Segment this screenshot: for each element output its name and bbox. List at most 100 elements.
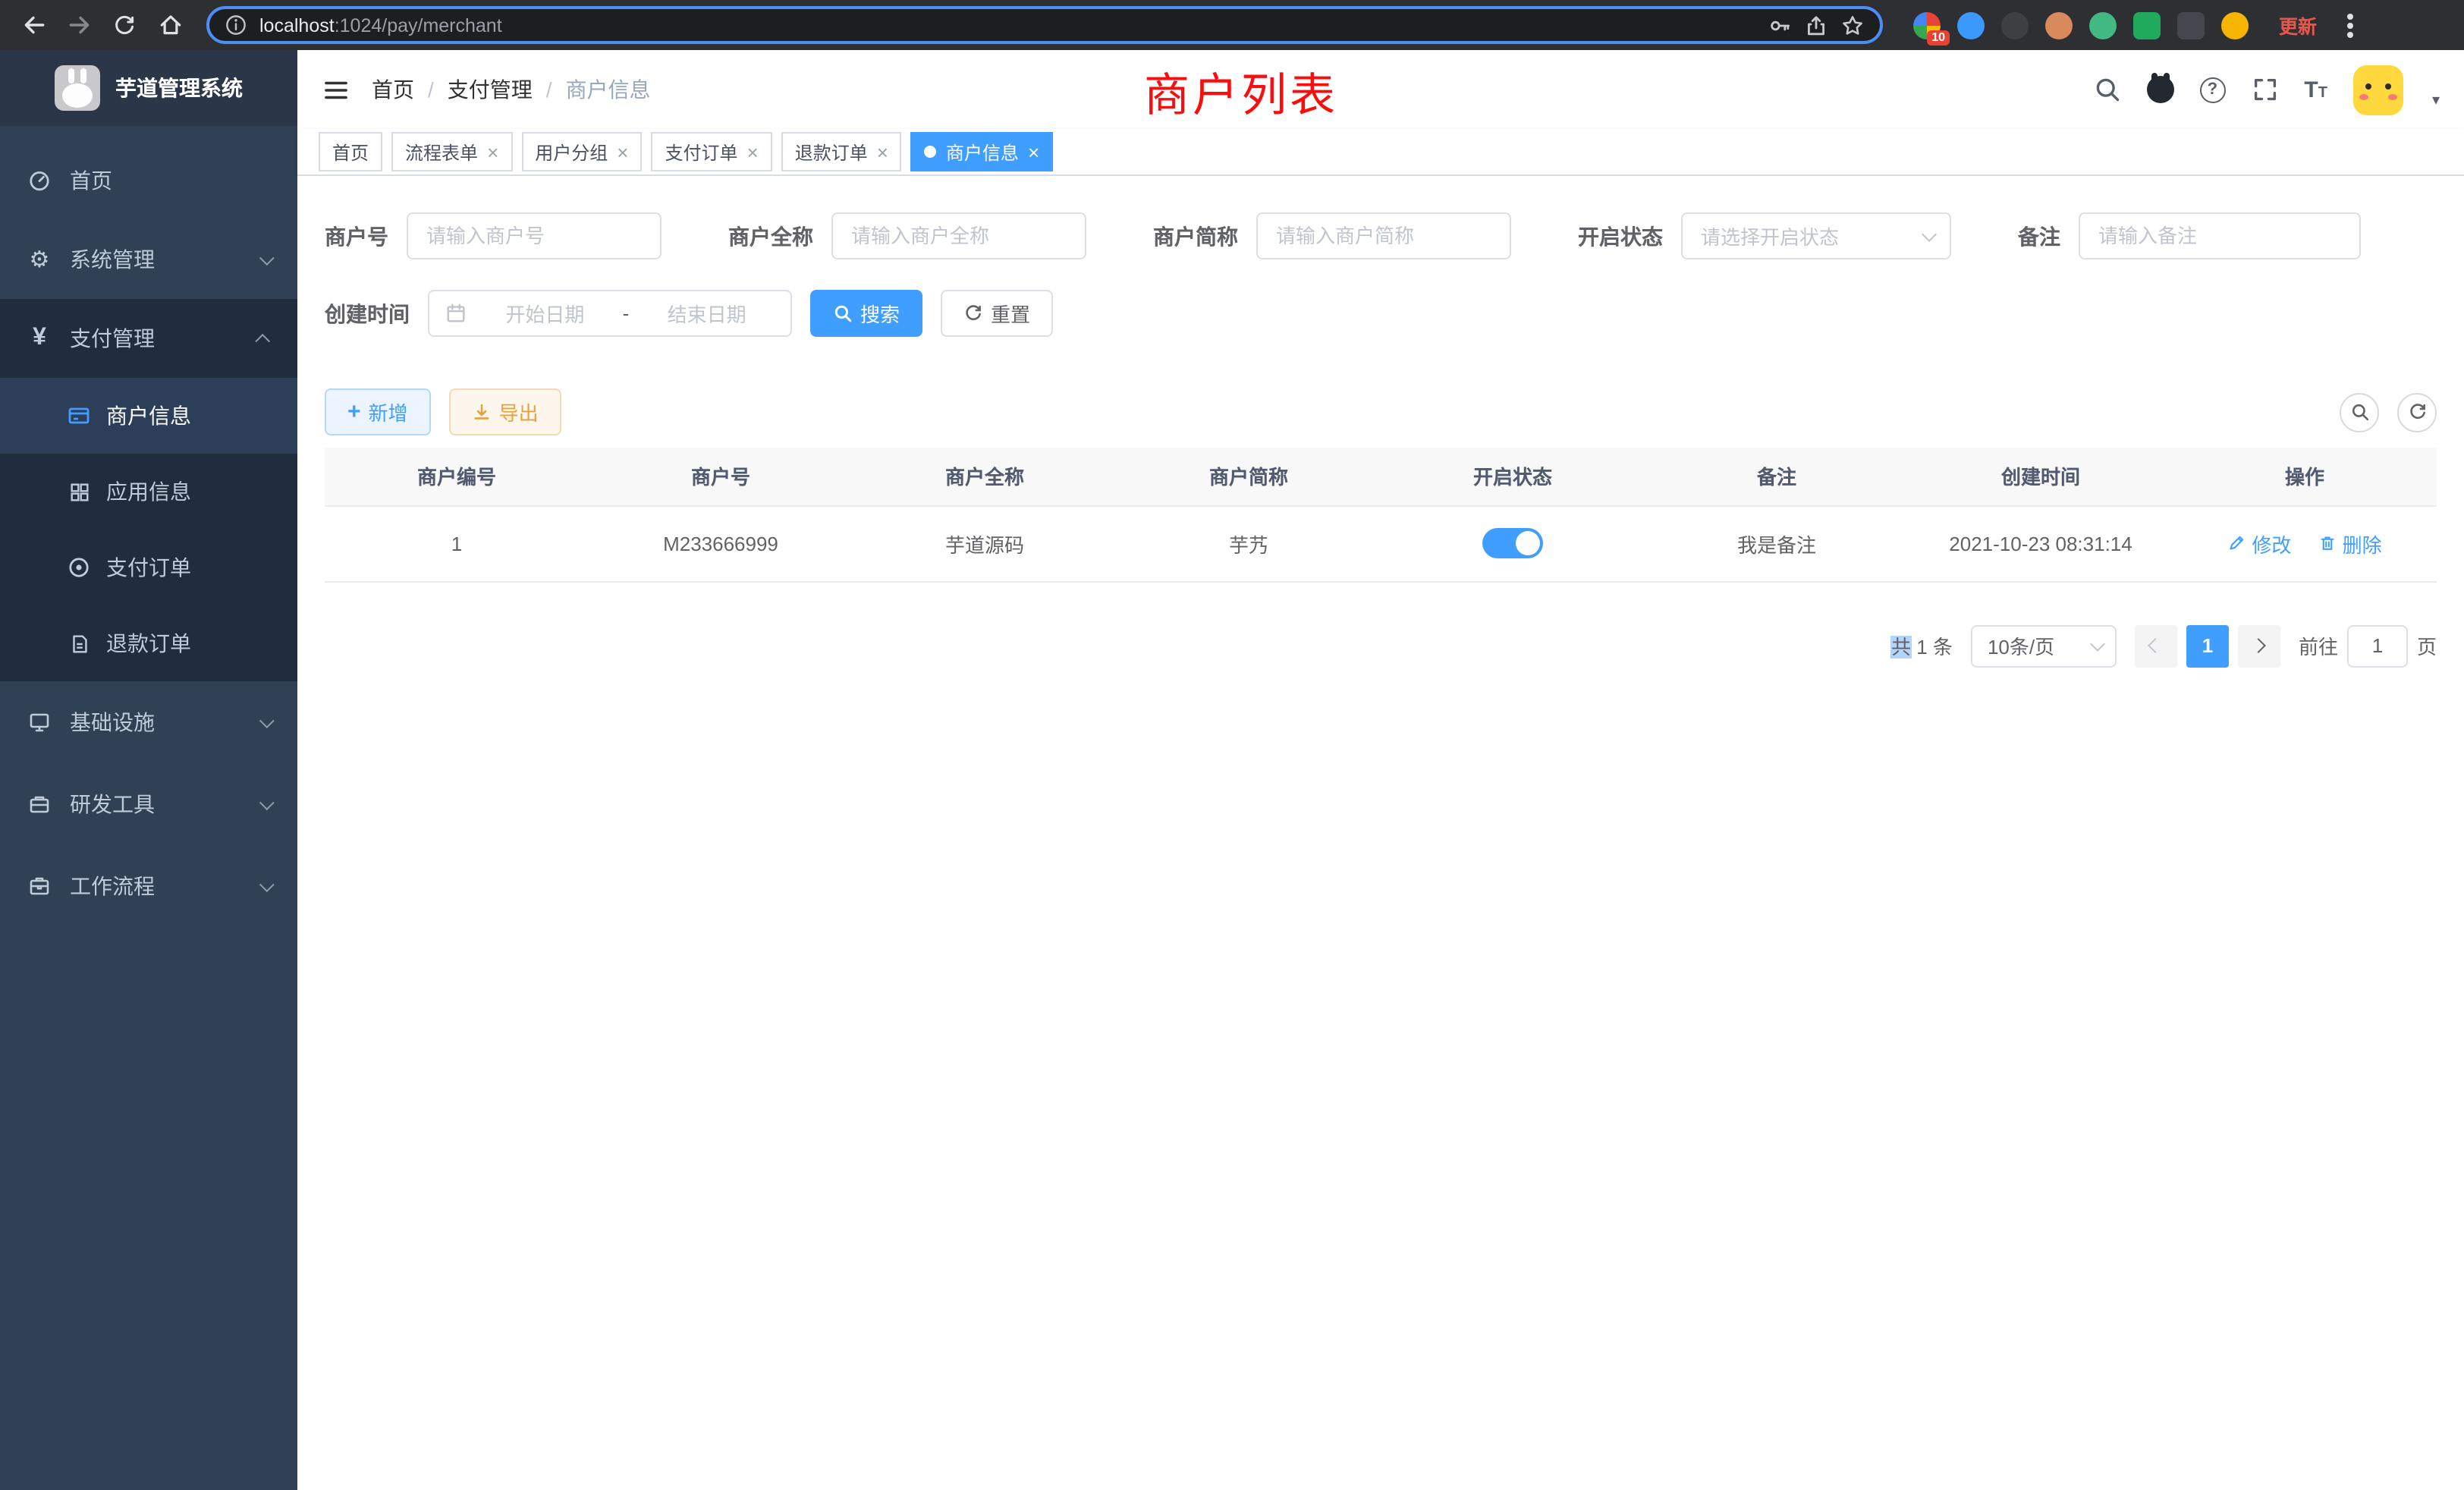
extension-badge: 10 — [1927, 30, 1950, 45]
breadcrumb-separator: / — [428, 77, 434, 102]
chevron-down-icon — [259, 794, 275, 809]
browser-toolbar: localhost:1024/pay/merchant 10 更新 — [0, 0, 2464, 50]
hide-search-button[interactable] — [2340, 392, 2379, 432]
close-icon[interactable]: × — [487, 142, 498, 162]
col-actions: 操作 — [2173, 448, 2437, 505]
tab-process-form[interactable]: 流程表单 × — [391, 132, 512, 171]
sidebar-subitem-refund-order[interactable]: 退款订单 — [0, 605, 297, 681]
extension-icon-5[interactable] — [2089, 11, 2117, 39]
tab-user-group[interactable]: 用户分组 × — [521, 132, 642, 171]
password-key-icon[interactable] — [1768, 13, 1792, 37]
date-range-separator: - — [623, 302, 630, 325]
breadcrumb-payment[interactable]: 支付管理 — [448, 74, 533, 105]
create-time-field: 创建时间 开始日期 - 结束日期 — [325, 290, 792, 337]
table-row: 1 M233666999 芋道源码 芋艿 我是备注 2021-10-23 08:… — [325, 505, 2437, 581]
fullscreen-icon[interactable] — [2251, 76, 2278, 103]
share-icon[interactable] — [1804, 13, 1828, 37]
sidebar-item-label: 首页 — [70, 165, 112, 196]
refresh-table-button[interactable] — [2397, 392, 2437, 432]
tab-home[interactable]: 首页 — [319, 132, 382, 171]
col-short-name: 商户简称 — [1117, 448, 1381, 505]
extension-icon-8[interactable] — [2221, 11, 2249, 39]
edit-link[interactable]: 修改 — [2227, 529, 2291, 558]
search-button[interactable]: 搜索 — [810, 290, 922, 337]
sidebar-item-workflow[interactable]: 工作流程 — [0, 845, 297, 927]
breadcrumb: 首页 / 支付管理 / 商户信息 — [372, 74, 651, 105]
create-time-range-picker[interactable]: 开始日期 - 结束日期 — [428, 290, 792, 337]
sidebar-item-payment[interactable]: ¥ 支付管理 — [0, 299, 297, 378]
sidebar-item-home[interactable]: 首页 — [0, 141, 297, 220]
extension-icon-7[interactable] — [2177, 11, 2205, 39]
bookmark-star-icon[interactable] — [1840, 13, 1865, 37]
tab-merchant-info[interactable]: 商户信息 × — [911, 132, 1053, 171]
extension-icon-3[interactable] — [2001, 11, 2029, 39]
app-logo[interactable]: 芋道管理系统 — [0, 50, 297, 126]
full-name-label: 商户全称 — [728, 221, 831, 251]
help-icon[interactable]: ? — [2199, 77, 2225, 102]
add-button[interactable]: + 新增 — [325, 388, 431, 435]
extension-icon-2[interactable] — [1957, 11, 1985, 39]
browser-update-button[interactable]: 更新 — [2279, 11, 2317, 39]
breadcrumb-home[interactable]: 首页 — [372, 74, 414, 105]
pagination: 共 1 条 10条/页 1 前往 页 — [325, 624, 2437, 667]
close-icon[interactable]: × — [617, 142, 628, 162]
tab-refund-order[interactable]: 退款订单 × — [781, 132, 902, 171]
status-toggle[interactable] — [1482, 528, 1543, 558]
sidebar-subitem-merchant-info[interactable]: 商户信息 — [0, 378, 297, 454]
goto-page-input[interactable] — [2347, 624, 2408, 667]
extension-icon-4[interactable] — [2045, 11, 2073, 39]
address-bar[interactable]: localhost:1024/pay/merchant — [206, 6, 1883, 44]
toolbox-icon — [27, 792, 52, 816]
browser-home-button[interactable] — [152, 7, 188, 43]
sidebar-item-label: 研发工具 — [70, 789, 155, 819]
cell-short-name: 芋艿 — [1117, 505, 1381, 581]
delete-link[interactable]: 删除 — [2318, 529, 2382, 558]
close-icon[interactable]: × — [877, 142, 888, 162]
close-icon[interactable]: × — [747, 142, 759, 162]
hamburger-icon[interactable] — [322, 75, 350, 104]
tab-pay-order[interactable]: 支付订单 × — [651, 132, 772, 171]
sidebar-subitem-app-info[interactable]: 应用信息 — [0, 454, 297, 530]
browser-forward-button[interactable] — [61, 7, 97, 43]
breadcrumb-separator: / — [546, 77, 552, 102]
target-icon — [67, 555, 91, 580]
status-select-placeholder: 请选择开启状态 — [1701, 222, 1839, 250]
browser-menu-icon[interactable] — [2347, 22, 2353, 28]
page-size-select[interactable]: 10条/页 — [1971, 624, 2117, 667]
font-size-icon[interactable]: TT — [2304, 78, 2327, 101]
close-icon[interactable]: × — [1028, 142, 1039, 162]
sidebar-subitem-pay-order[interactable]: 支付订单 — [0, 530, 297, 605]
tags-view: 首页 流程表单 × 用户分组 × 支付订单 × 退款订单 × — [297, 129, 2464, 176]
chevron-down-icon — [259, 250, 275, 265]
prev-page-button[interactable] — [2135, 624, 2177, 667]
reset-button[interactable]: 重置 — [941, 290, 1053, 337]
top-navbar: 首页 / 支付管理 / 商户信息 ? TT — [297, 50, 2464, 129]
sidebar-item-system[interactable]: ⚙ 系统管理 — [0, 220, 297, 299]
sidebar-item-infra[interactable]: 基础设施 — [0, 681, 297, 763]
avatar-caret-icon[interactable]: ▾ — [2432, 92, 2440, 108]
sidebar: 芋道管理系统 首页 ⚙ 系统管理 ¥ 支付管理 — [0, 50, 297, 1490]
browser-reload-button[interactable] — [106, 7, 143, 43]
next-page-button[interactable] — [2238, 624, 2280, 667]
extension-icon-1[interactable]: 10 — [1913, 11, 1941, 39]
short-name-input[interactable] — [1256, 212, 1511, 259]
user-avatar[interactable] — [2353, 64, 2403, 115]
remark-input[interactable] — [2079, 212, 2361, 259]
table-toolbar: + 新增 导出 — [325, 388, 2437, 435]
full-name-input[interactable] — [831, 212, 1086, 259]
merchant-no-input[interactable] — [407, 212, 662, 259]
full-name-field: 商户全称 — [728, 212, 1086, 259]
search-icon[interactable] — [2093, 76, 2120, 103]
site-info-icon[interactable] — [225, 14, 247, 36]
github-icon[interactable] — [2146, 76, 2173, 103]
sidebar-item-devtools[interactable]: 研发工具 — [0, 763, 297, 845]
page-1-button[interactable]: 1 — [2186, 624, 2229, 667]
reset-button-label: 重置 — [991, 299, 1030, 328]
app-title: 芋道管理系统 — [115, 73, 243, 103]
extension-icon-6[interactable] — [2133, 11, 2161, 39]
chevron-down-icon — [259, 876, 275, 891]
browser-back-button[interactable] — [15, 7, 52, 43]
export-button[interactable]: 导出 — [449, 388, 561, 435]
url-text[interactable]: localhost:1024/pay/merchant — [259, 11, 502, 39]
status-select[interactable]: 请选择开启状态 — [1681, 212, 1951, 259]
